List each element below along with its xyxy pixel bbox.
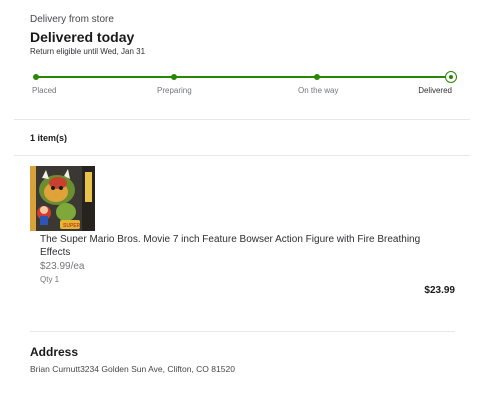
unit-price: $23.99/ea — [40, 261, 85, 272]
step-label-placed: Placed — [32, 86, 57, 95]
delivery-address: Brian Curnutt3234 Golden Sun Ave, Clifto… — [30, 364, 235, 374]
step-label-on-the-way: On the way — [298, 86, 339, 95]
order-progress-tracker — [33, 71, 457, 83]
step-dot-delivered-current — [445, 71, 457, 83]
product-image[interactable]: SUPER — [30, 166, 95, 231]
step-label-delivered: Delivered — [418, 86, 452, 95]
order-status-title: Delivered today — [30, 29, 135, 45]
item-quantity: Qty 1 — [40, 275, 60, 284]
step-dot-placed — [33, 74, 39, 80]
svg-text:SUPER: SUPER — [63, 223, 81, 229]
section-divider — [14, 155, 470, 156]
progress-line — [35, 76, 449, 78]
items-count-heading: 1 item(s) — [30, 133, 68, 143]
step-label-preparing: Preparing — [157, 86, 192, 95]
section-divider — [14, 119, 470, 120]
step-dot-on-the-way — [314, 74, 320, 80]
section-divider — [30, 331, 455, 332]
bowser-figure-box-icon: SUPER — [30, 166, 95, 231]
item-total-price: $23.99 — [424, 285, 455, 296]
delivery-type-label: Delivery from store — [30, 14, 114, 25]
return-eligibility-note: Return eligible until Wed, Jan 31 — [30, 47, 146, 56]
address-heading: Address — [30, 345, 79, 359]
product-name-link[interactable]: The Super Mario Bros. Movie 7 inch Featu… — [40, 233, 430, 259]
step-dot-preparing — [171, 74, 177, 80]
